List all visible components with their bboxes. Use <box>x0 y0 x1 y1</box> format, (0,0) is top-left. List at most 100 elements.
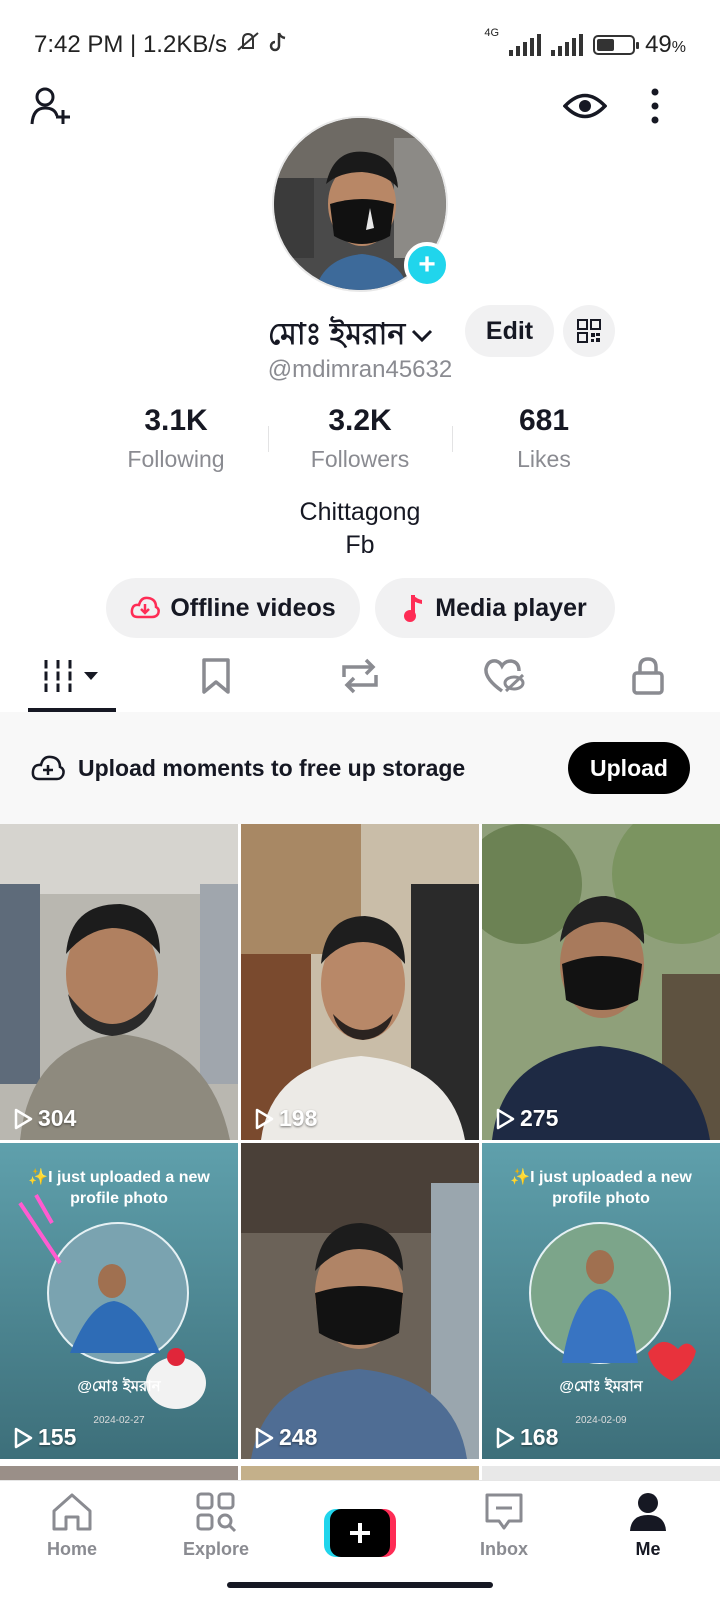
stat-label: Followers <box>310 446 410 472</box>
home-icon <box>52 1493 92 1531</box>
video-thumbnail <box>482 824 720 1140</box>
tab-private[interactable] <box>576 640 720 712</box>
offline-videos-label: Offline videos <box>170 593 336 622</box>
tab-favorites[interactable] <box>144 640 288 712</box>
battery-fill <box>597 39 614 51</box>
play-icon <box>255 1108 274 1129</box>
profile-avatar[interactable]: + <box>272 116 450 292</box>
video-caption: ✨I just uploaded a new profile photo <box>510 1169 692 1207</box>
cloud-upload-icon <box>31 755 65 781</box>
play-icon <box>14 1108 33 1129</box>
profile-tabs <box>0 640 720 712</box>
bookmark-icon <box>202 658 230 694</box>
bio-line: Fb <box>345 531 375 559</box>
nav-home[interactable]: Home <box>0 1481 144 1600</box>
cellular-signal-icon <box>509 34 542 56</box>
video-caption: ✨I just uploaded a new profile photo <box>28 1169 210 1207</box>
play-icon <box>496 1427 515 1448</box>
nav-home-label: Home <box>46 1539 97 1559</box>
video-grid: 304 198 275 ✨I just uploaded a new profi… <box>0 824 720 1459</box>
video-handle: @মোঃ ইমরান <box>77 1378 161 1395</box>
bio-line: Chittagong <box>299 498 421 526</box>
video-tile[interactable]: ✨I just uploaded a new profile photo @মো… <box>0 1143 238 1459</box>
tab-reposts[interactable] <box>288 640 432 712</box>
chevron-down-icon <box>412 329 433 342</box>
video-tile[interactable]: ✨I just uploaded a new profile photo @মো… <box>482 1143 720 1459</box>
video-tile-peek[interactable] <box>241 1466 479 1480</box>
plus-icon <box>350 1523 370 1543</box>
home-indicator[interactable] <box>227 1582 493 1588</box>
display-name-switcher[interactable]: মোঃ ইমরান <box>268 310 433 361</box>
offline-videos-button[interactable]: Offline videos <box>106 578 360 638</box>
upload-button[interactable]: Upload <box>568 742 690 794</box>
stat-label: Likes <box>517 446 571 472</box>
profile-icon <box>630 1493 666 1531</box>
stat-following[interactable]: 3.1K Following <box>84 404 268 473</box>
more-vertical-icon <box>651 88 659 124</box>
video-thumbnail <box>241 824 479 1140</box>
profile-stats: 3.1K Following 3.2K Followers 681 Likes <box>0 404 720 473</box>
stat-followers[interactable]: 3.2K Followers <box>268 404 452 473</box>
upload-banner-text: Upload moments to free up storage <box>78 754 466 781</box>
more-options-button[interactable] <box>640 86 670 126</box>
nav-me-label: Me <box>635 1539 661 1559</box>
view-count: 275 <box>494 1105 558 1132</box>
video-tile[interactable]: 248 <box>241 1143 479 1459</box>
next-video-row-peek <box>0 1466 720 1480</box>
stat-likes[interactable]: 681 Likes <box>452 404 636 473</box>
video-tile[interactable]: 304 <box>0 824 238 1140</box>
network-label: 4G <box>484 27 500 39</box>
profile-views-button[interactable] <box>562 86 608 126</box>
music-note-icon <box>404 595 423 622</box>
nav-explore-label: Explore <box>182 1539 250 1559</box>
play-icon <box>496 1108 515 1129</box>
video-thumbnail <box>241 1143 479 1459</box>
video-tile[interactable]: 198 <box>241 824 479 1140</box>
stat-value: 3.2K <box>328 404 392 437</box>
stat-value: 3.1K <box>144 404 208 437</box>
create-button[interactable] <box>324 1509 396 1557</box>
add-friend-button[interactable] <box>26 84 76 130</box>
play-icon <box>255 1427 274 1448</box>
video-tile-peek[interactable] <box>482 1466 720 1480</box>
videos-grid-icon <box>44 660 98 692</box>
eye-icon <box>563 93 607 119</box>
status-time: 7:42 PM | 1.2KB/s <box>34 31 227 58</box>
battery-percent: 49% <box>645 31 686 58</box>
video-tile-peek[interactable] <box>0 1466 238 1480</box>
view-count: 304 <box>12 1105 76 1132</box>
video-handle: @মোঃ ইমরান <box>559 1378 643 1395</box>
view-count: 168 <box>494 1424 558 1451</box>
explore-icon <box>196 1492 237 1533</box>
liked-hidden-icon <box>484 659 525 693</box>
nav-inbox-label: Inbox <box>480 1539 528 1559</box>
battery-icon <box>593 35 640 55</box>
tab-videos[interactable] <box>0 640 144 712</box>
person-plus-icon <box>30 87 70 125</box>
tiktok-notification-icon <box>269 31 287 60</box>
video-thumbnail <box>0 824 238 1140</box>
status-bar: 7:42 PM | 1.2KB/s 4G 49% <box>0 0 720 90</box>
view-count: 155 <box>12 1424 76 1451</box>
media-player-button[interactable]: Media player <box>375 578 615 638</box>
stat-label: Following <box>127 446 225 472</box>
cellular-signal-2-icon <box>551 34 584 56</box>
name-row: মোঃ ইমরান Edit <box>0 302 720 358</box>
play-icon <box>14 1427 33 1448</box>
view-count: 198 <box>253 1105 317 1132</box>
edit-profile-button[interactable]: Edit <box>465 305 554 357</box>
nav-me[interactable]: Me <box>576 1481 720 1600</box>
display-name: মোঃ ইমরান <box>268 318 406 351</box>
add-avatar-plus-icon[interactable]: + <box>404 242 450 288</box>
view-count: 248 <box>253 1424 317 1451</box>
cloud-download-icon <box>130 596 161 619</box>
media-player-label: Media player <box>435 593 587 622</box>
lock-icon <box>632 657 664 695</box>
stat-value: 681 <box>518 404 570 437</box>
repost-icon <box>342 658 378 694</box>
tab-liked[interactable] <box>432 640 576 712</box>
video-tile[interactable]: 275 <box>482 824 720 1140</box>
username: @mdimran45632 <box>267 356 453 383</box>
qr-code-button[interactable] <box>563 305 615 357</box>
inbox-icon <box>485 1493 523 1530</box>
